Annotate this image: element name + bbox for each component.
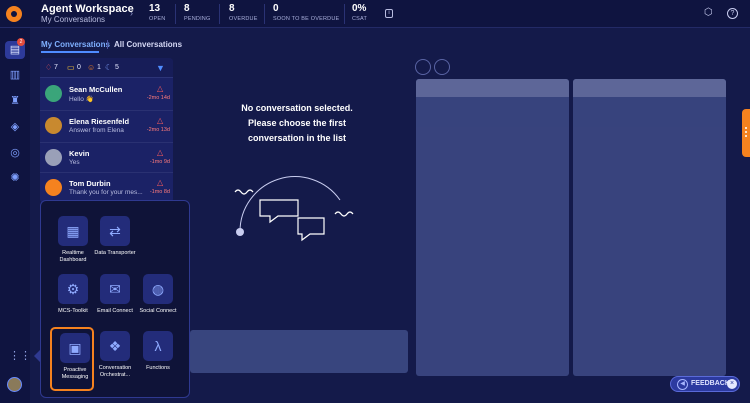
conversation-time: -2mo 14d (146, 95, 170, 101)
empty-state-message: No conversation selected. Please choose … (241, 103, 353, 143)
bell-alert-icon: △ (157, 148, 164, 157)
cube-icon[interactable]: ⬡ (704, 8, 714, 18)
avatar (45, 179, 62, 196)
user-icon[interactable]: ◎ (8, 146, 22, 160)
stat-soon-overdue[interactable]: 0 SOON TO BE OVERDUE (273, 3, 348, 22)
conversation-list: ♢ 7 ▭ 0 ☺ 1 ☾ 5 ▼ Sean McCullen Hello 👋 … (40, 58, 173, 203)
app-proactive-messaging[interactable]: ▣ Proactive Messaging (50, 327, 94, 391)
bar-chart-icon[interactable]: ▥ (8, 68, 22, 82)
tag-icon[interactable]: ◈ (8, 120, 22, 134)
conversation-time: -1mo 8d (149, 189, 170, 195)
tab-divider (107, 40, 108, 49)
conversation-preview: Yes (69, 159, 80, 166)
chat-count: 0 (77, 64, 81, 71)
robot-icon[interactable]: ♜ (8, 94, 22, 108)
messaging-icon: ▣ (60, 333, 90, 363)
conversation-preview: Thank you for your mes... (69, 189, 143, 196)
user-filter-icon[interactable]: ☺ (87, 63, 95, 72)
snooze-icon[interactable]: ☾ (105, 63, 112, 72)
column-header (416, 79, 569, 97)
divider (175, 4, 176, 24)
bell-alert-icon: △ (157, 84, 164, 93)
details-column (416, 79, 569, 376)
conversation-name: Sean McCullen (69, 85, 123, 94)
divider (264, 4, 265, 24)
column-header (573, 79, 726, 97)
placeholder-ring (415, 59, 431, 75)
app-data-transporter[interactable]: ⇄ Data Transporter (92, 216, 136, 274)
filter-funnel-icon[interactable]: ▼ (156, 63, 165, 73)
tab-my-conversations[interactable]: My Conversations (41, 40, 110, 53)
app-functions[interactable]: λ Functions (135, 331, 179, 389)
app-subtitle: My Conversations (41, 15, 106, 24)
app-email-connect[interactable]: ✉ Email Connect (92, 274, 136, 332)
conversation-item[interactable]: Tom Durbin Thank you for your mes... △ -… (40, 173, 173, 203)
app-title: Agent Workspace (41, 3, 134, 15)
chat-filter-icon[interactable]: ▭ (67, 63, 75, 72)
conversation-preview: Answer from Elena (69, 127, 124, 134)
email-icon: ✉ (100, 274, 130, 304)
app-realtime-dashboard[interactable]: ▦ Realtime Dashboard (50, 216, 94, 274)
conversation-item[interactable]: Sean McCullen Hello 👋 △ -2mo 14d (40, 79, 173, 109)
conversation-item[interactable]: Kevin Yes △ -1mo 9d (40, 143, 173, 173)
conversation-preview: Hello 👋 (69, 96, 94, 103)
left-rail (0, 28, 30, 403)
alert-icon[interactable]: ♢ (45, 63, 52, 72)
transfer-icon: ⇄ (100, 216, 130, 246)
avatar (45, 149, 62, 166)
bell-alert-icon: △ (157, 178, 164, 187)
social-icon: ◍ (143, 274, 173, 304)
conversation-name: Tom Durbin (69, 179, 111, 188)
conversation-time: -1mo 9d (149, 159, 170, 165)
apps-grid-icon[interactable]: ⋮⋮ (9, 350, 31, 362)
orchestrator-icon: ❖ (100, 331, 130, 361)
empty-state-illustration-icon (234, 176, 354, 242)
info-column (573, 79, 726, 376)
apps-menu-popup: ▦ Realtime Dashboard ⇄ Data Transporter … (40, 200, 190, 398)
message-composer-area (190, 330, 408, 373)
stat-csat[interactable]: 0% CSAT (352, 3, 412, 22)
app-social-connect[interactable]: ◍ Social Connect (135, 274, 179, 332)
dashboard-icon: ▦ (58, 216, 88, 246)
placeholder-ring (434, 59, 450, 75)
notification-badge: 2 (17, 38, 25, 46)
filter-bar: ♢ 7 ▭ 0 ☺ 1 ☾ 5 ▼ (40, 58, 173, 78)
conversation-item[interactable]: Elena Riesenfeld Answer from Elena △ -2m… (40, 111, 173, 141)
settings-icon[interactable]: ✺ (8, 171, 22, 185)
alert-count: 7 (54, 64, 58, 71)
tab-all-conversations[interactable]: All Conversations (114, 40, 182, 49)
avatar (45, 117, 62, 134)
bell-alert-icon: △ (157, 116, 164, 125)
avatar (45, 85, 62, 102)
info-icon[interactable]: i (385, 9, 393, 18)
close-icon[interactable]: × (727, 379, 737, 389)
divider (219, 4, 220, 24)
divider (344, 4, 345, 24)
feedback-label: FEEDBACK (691, 380, 730, 387)
conversation-name: Kevin (69, 149, 90, 158)
app-conversation-orchestrator[interactable]: ❖ Conversation Orchestrat... (92, 331, 136, 389)
user-count: 1 (97, 64, 101, 71)
feedback-icon: ◀ (677, 379, 688, 390)
conversation-name: Elena Riesenfeld (69, 117, 130, 126)
lambda-icon: λ (143, 331, 173, 361)
app-mcs-toolkit[interactable]: ⚙ MCS-Toolkit (50, 274, 94, 332)
help-icon[interactable]: ? (727, 8, 738, 19)
snooze-count: 5 (115, 64, 119, 71)
user-avatar[interactable] (7, 377, 22, 392)
app-logo-icon[interactable] (6, 6, 22, 22)
conversation-time: -2mo 13d (146, 127, 170, 133)
side-panel-toggle[interactable] (742, 109, 750, 157)
feedback-button[interactable]: ◀ FEEDBACK × (670, 376, 740, 392)
toolkit-icon: ⚙ (58, 274, 88, 304)
chevron-right-icon[interactable]: › (130, 8, 133, 18)
